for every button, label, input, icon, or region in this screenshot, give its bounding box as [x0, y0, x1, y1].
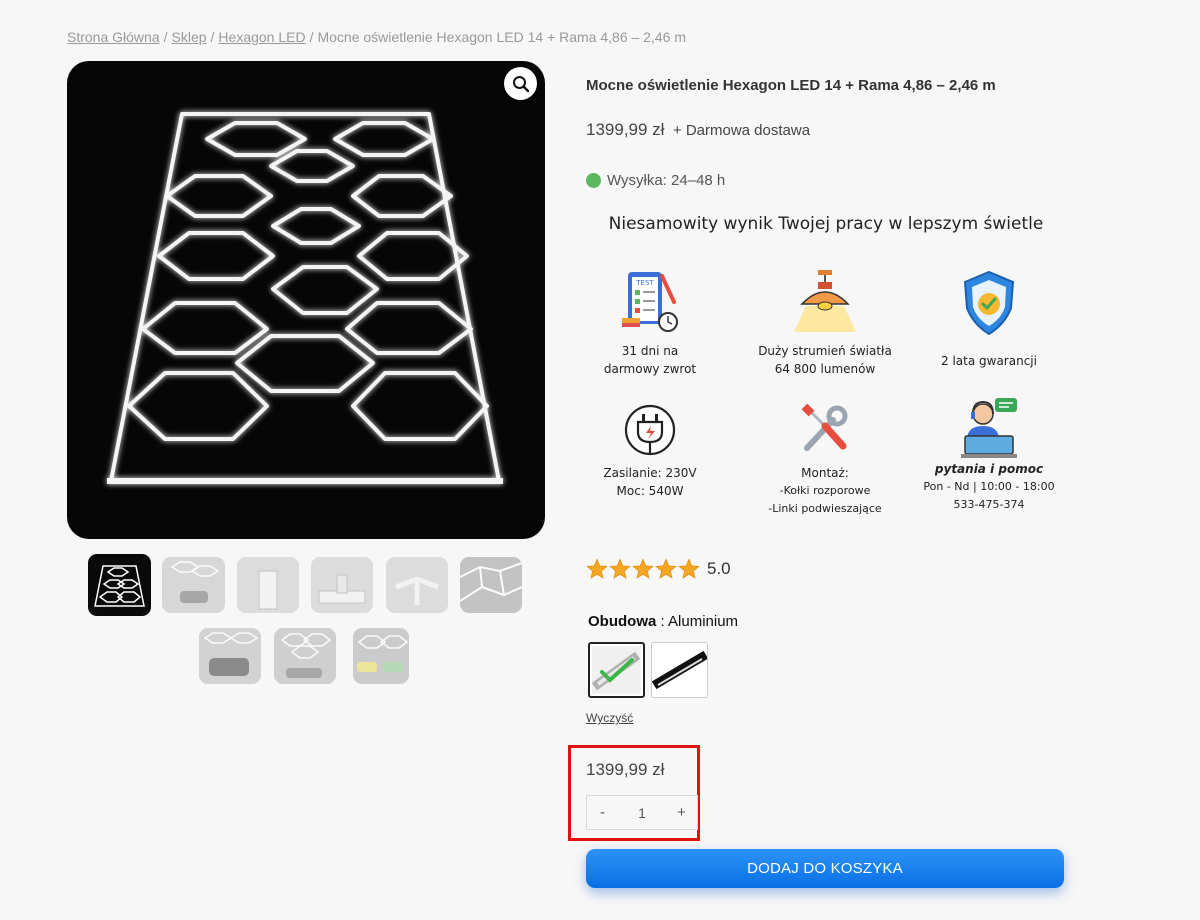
- svg-text:TEST: TEST: [635, 279, 654, 287]
- ceiling-lamp-icon: [794, 270, 856, 332]
- quantity-stepper: - +: [586, 795, 698, 830]
- gallery-thumbnail[interactable]: [199, 628, 261, 684]
- magnifier-icon: [512, 75, 529, 92]
- quantity-input[interactable]: [618, 804, 666, 821]
- attribute-name: Obudowa: [588, 613, 657, 630]
- product-price: 1399,99 zł: [586, 120, 665, 139]
- breadcrumb-current: Mocne oświetlenie Hexagon LED 14 + Rama …: [317, 29, 686, 45]
- gallery-thumbnail[interactable]: [274, 628, 336, 684]
- attribute-separator: :: [656, 613, 669, 630]
- feature-line: -Linki podwieszające: [768, 502, 882, 515]
- swatch-black[interactable]: [651, 642, 709, 698]
- gallery-thumbnail[interactable]: [460, 557, 522, 613]
- feature-line: Moc: 540W: [616, 484, 684, 498]
- shipping-time: Wysyłka: 24–48 h: [586, 172, 725, 189]
- breadcrumb: Strona Główna / Sklep / Hexagon LED / Mocne oś…: [67, 29, 686, 45]
- feature-title: Montaż:: [801, 466, 849, 480]
- attribute-value: Aluminium: [668, 613, 739, 630]
- support-agent-icon: [961, 398, 1017, 458]
- zoom-button[interactable]: [504, 67, 537, 100]
- feature-line: Zasilanie: 230V: [603, 466, 697, 480]
- add-to-cart-button[interactable]: DODAJ DO KOSZYKA: [586, 849, 1064, 888]
- breadcrumb-category-link[interactable]: Hexagon LED: [218, 29, 305, 45]
- price-row: 1399,99 zł + Darmowa dostawa: [586, 120, 810, 140]
- breadcrumb-separator: /: [210, 29, 215, 45]
- feature-line: Pon - Nd | 10:00 - 18:00: [923, 480, 1055, 493]
- attribute-label: Obudowa : Aluminium: [588, 613, 738, 630]
- feature-warranty: 2 lata gwarancji: [909, 268, 1069, 370]
- clear-selection-link[interactable]: Wyczyść: [586, 711, 633, 725]
- star-icon: [632, 558, 654, 579]
- feature-line: -Kołki rozporowe: [779, 484, 871, 497]
- gallery-thumbnail[interactable]: [386, 557, 448, 613]
- variation-price: 1399,99 zł: [586, 760, 665, 779]
- rating-score: 5.0: [707, 559, 731, 578]
- swatch-aluminium[interactable]: [588, 642, 645, 698]
- hexagon-led-image: [107, 112, 503, 484]
- free-shipping-label: + Darmowa dostawa: [672, 122, 811, 139]
- product-rating: 5.0: [586, 558, 731, 580]
- feature-line: 31 dni na: [621, 344, 679, 358]
- feature-headline: Niesamowity wynik Twojej pracy w lepszym…: [608, 214, 1044, 234]
- star-icon: [678, 558, 700, 579]
- feature-line: 64 800 lumenów: [774, 362, 876, 376]
- quantity-decrease-button[interactable]: -: [587, 804, 618, 821]
- feature-light-output: Duży strumień światła 64 800 lumenów: [745, 268, 905, 378]
- feature-free-return: TEST 31 dni na darmowy zwrot: [570, 268, 730, 378]
- star-icon: [586, 558, 608, 579]
- breadcrumb-home-link[interactable]: Strona Główna: [67, 29, 160, 45]
- gallery-thumbnail[interactable]: [88, 554, 151, 616]
- breadcrumb-shop-link[interactable]: Sklep: [172, 29, 207, 45]
- breadcrumb-separator: /: [163, 29, 168, 45]
- power-plug-icon: [624, 404, 676, 456]
- feature-line: 2 lata gwarancji: [941, 354, 1037, 368]
- wrench-screwdriver-icon: [801, 403, 848, 451]
- gallery-thumbnail[interactable]: [353, 628, 409, 684]
- shield-check-icon: [963, 270, 1015, 336]
- gallery-thumbnail[interactable]: [162, 557, 225, 613]
- feature-line: Duży strumień światła: [758, 344, 892, 358]
- gallery-thumbnail[interactable]: [311, 557, 373, 613]
- feature-title: pytania i pomoc: [934, 462, 1044, 476]
- test-checklist-icon: TEST: [622, 272, 678, 332]
- breadcrumb-separator: /: [309, 29, 314, 45]
- feature-mounting: Montaż: -Kołki rozporowe -Linki podwiesz…: [745, 402, 905, 518]
- shipping-status-dot: [586, 173, 601, 188]
- feature-support: pytania i pomoc Pon - Nd | 10:00 - 18:00…: [909, 396, 1069, 514]
- star-icon: [655, 558, 677, 579]
- feature-power: Zasilanie: 230V Moc: 540W: [570, 402, 730, 500]
- main-product-image[interactable]: [67, 61, 545, 539]
- product-title: Mocne oświetlenie Hexagon LED 14 + Rama …: [586, 77, 996, 94]
- feature-line: darmowy zwrot: [603, 362, 697, 376]
- quantity-increase-button[interactable]: +: [666, 804, 697, 821]
- shipping-time-label: Wysyłka: 24–48 h: [607, 172, 726, 189]
- star-icon: [609, 558, 631, 579]
- feature-line: 533-475-374: [953, 498, 1025, 511]
- gallery-thumbnail[interactable]: [237, 557, 299, 613]
